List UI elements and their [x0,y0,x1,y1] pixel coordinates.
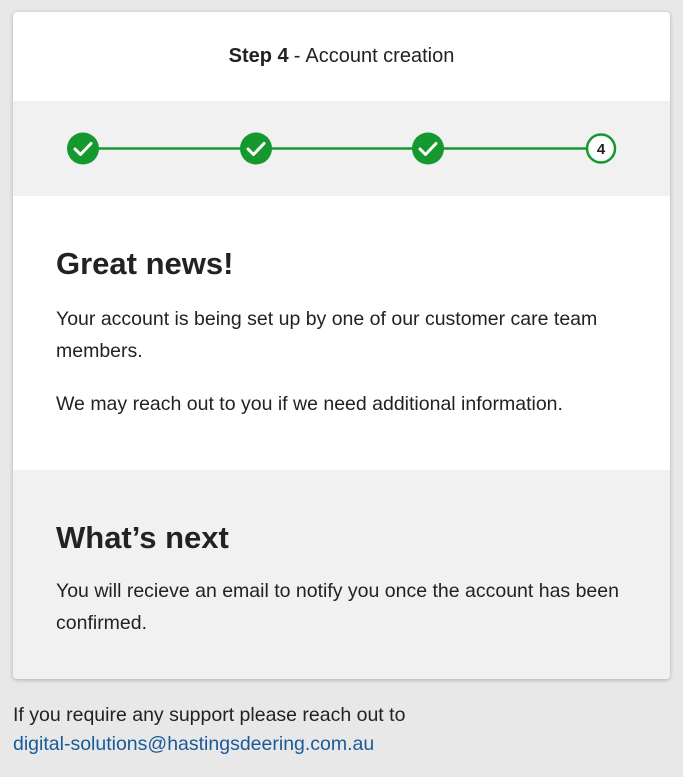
whats-next-paragraph: You will recieve an email to notify you … [56,580,619,634]
whats-next-section: What’s next You will recieve an email to… [13,470,670,679]
support-text: If you require any support please reach … [13,704,406,726]
progress-stepper: 4 [13,101,670,196]
support-email-link[interactable]: digital-solutions@hastingsdeering.com.au [13,730,405,759]
account-creation-card: Step 4 - Account creation 4 Great news! … [13,12,670,679]
great-news-paragraph-1: Your account is being set up by one of o… [56,308,598,362]
step-4-current: 4 [585,133,617,164]
great-news-heading: Great news! [56,246,234,281]
step-title: Account creation [305,45,455,67]
step-separator: - [293,45,301,67]
great-news-section: Great news! Your account is being set up… [13,196,670,470]
step-header: Step 4 - Account creation [13,12,670,101]
stepper-graphic: 4 [67,132,617,165]
step-2-completed [240,132,272,165]
support-footer: If you require any support please reach … [13,701,405,759]
step-3-completed [412,132,444,165]
step-4-number: 4 [597,141,606,158]
whats-next-heading: What’s next [56,520,229,555]
step-label: Step 4 [228,45,289,67]
great-news-paragraph-2: We may reach out to you if we need addit… [56,393,563,415]
step-1-completed [67,132,99,165]
